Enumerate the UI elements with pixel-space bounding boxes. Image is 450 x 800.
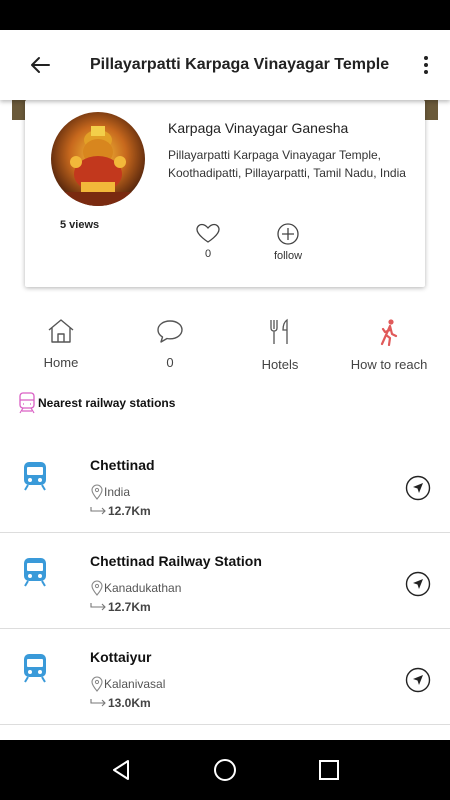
route-arrow-icon (90, 507, 106, 515)
more-vert-icon (424, 56, 428, 60)
nav-comments-count: 0 (166, 355, 174, 370)
nav-comments[interactable]: 0 (150, 318, 190, 370)
walking-person-icon (380, 319, 398, 347)
temple-address: Pillayarpatti Karpaga Vinayagar Temple, … (168, 148, 406, 180)
navigation-arrow-icon[interactable] (405, 667, 431, 693)
follow-label: follow (273, 250, 303, 262)
back-arrow-icon (31, 57, 50, 73)
train-icon (24, 462, 46, 491)
station-location-text: India (104, 485, 131, 499)
station-name: Chettinad (90, 457, 155, 473)
train-icon (24, 654, 46, 683)
location-pin-icon (91, 484, 103, 500)
status-bar (0, 0, 450, 30)
nav-home-label: Home (43, 355, 79, 370)
station-location: Kanadukathan (90, 580, 181, 596)
station-row[interactable]: Chettinad Railway Station Kanadukathan 1… (0, 533, 450, 629)
temple-profile-card: Karpaga Vinayagar Ganesha Pillayarpatti … (25, 100, 425, 287)
route-arrow-icon (90, 603, 106, 611)
more-options-button[interactable] (418, 50, 434, 80)
fork-knife-icon (270, 318, 288, 344)
like-button[interactable]: 0 (195, 223, 221, 260)
system-recents-icon[interactable] (317, 758, 341, 782)
station-location: Kalanivasal (90, 676, 165, 692)
station-distance-text: 13.0Km (108, 696, 151, 710)
station-name: Kottaiyur (90, 649, 152, 665)
station-name: Chettinad Railway Station (90, 553, 262, 569)
action-nav: Home 0 Hotels How to reach (0, 318, 450, 378)
station-distance: 12.7Km (90, 504, 151, 518)
navigation-arrow-icon[interactable] (405, 571, 431, 597)
route-arrow-icon (90, 699, 106, 707)
station-row[interactable]: Kottaiyur Kalanivasal 13.0Km (0, 629, 450, 725)
like-count: 0 (204, 248, 212, 260)
nav-how-to-reach[interactable]: How to reach (346, 318, 432, 372)
system-navigation-bar (0, 740, 450, 800)
station-distance-text: 12.7Km (108, 504, 151, 518)
location-pin-icon (91, 676, 103, 692)
train-icon (24, 558, 46, 587)
nav-how-to-reach-label: How to reach (350, 357, 428, 372)
page-title: Pillayarpatti Karpaga Vinayagar Temple (90, 56, 390, 73)
rail-icon (19, 392, 35, 414)
chat-bubble-icon (157, 320, 183, 343)
system-back-icon[interactable] (109, 758, 133, 782)
station-location: India (90, 484, 130, 500)
station-distance: 12.7Km (90, 600, 151, 614)
station-row[interactable]: Chettinad India 12.7Km (0, 437, 450, 533)
station-location-text: Kalanivasal (104, 677, 166, 691)
nav-home[interactable]: Home (36, 318, 86, 370)
deity-avatar (51, 112, 145, 206)
station-distance-text: 12.7Km (108, 600, 151, 614)
follow-button[interactable]: follow (270, 223, 306, 262)
plus-circle-icon (277, 223, 299, 245)
view-count: 5 views (60, 219, 100, 231)
back-button[interactable] (20, 45, 60, 85)
station-distance: 13.0Km (90, 696, 151, 710)
navigation-arrow-icon[interactable] (405, 475, 431, 501)
home-icon (48, 319, 74, 343)
section-title: Nearest railway stations (38, 396, 176, 410)
nav-hotels-label: Hotels (261, 357, 299, 372)
location-pin-icon (91, 580, 103, 596)
deity-name: Karpaga Vinayagar Ganesha (168, 120, 349, 136)
nearest-railway-heading: Nearest railway stations (18, 392, 175, 414)
system-home-icon[interactable] (212, 757, 238, 783)
heart-icon (196, 223, 220, 243)
nav-hotels[interactable]: Hotels (255, 318, 305, 372)
station-location-text: Kanadukathan (104, 581, 182, 595)
app-bar: Pillayarpatti Karpaga Vinayagar Temple (0, 30, 450, 100)
